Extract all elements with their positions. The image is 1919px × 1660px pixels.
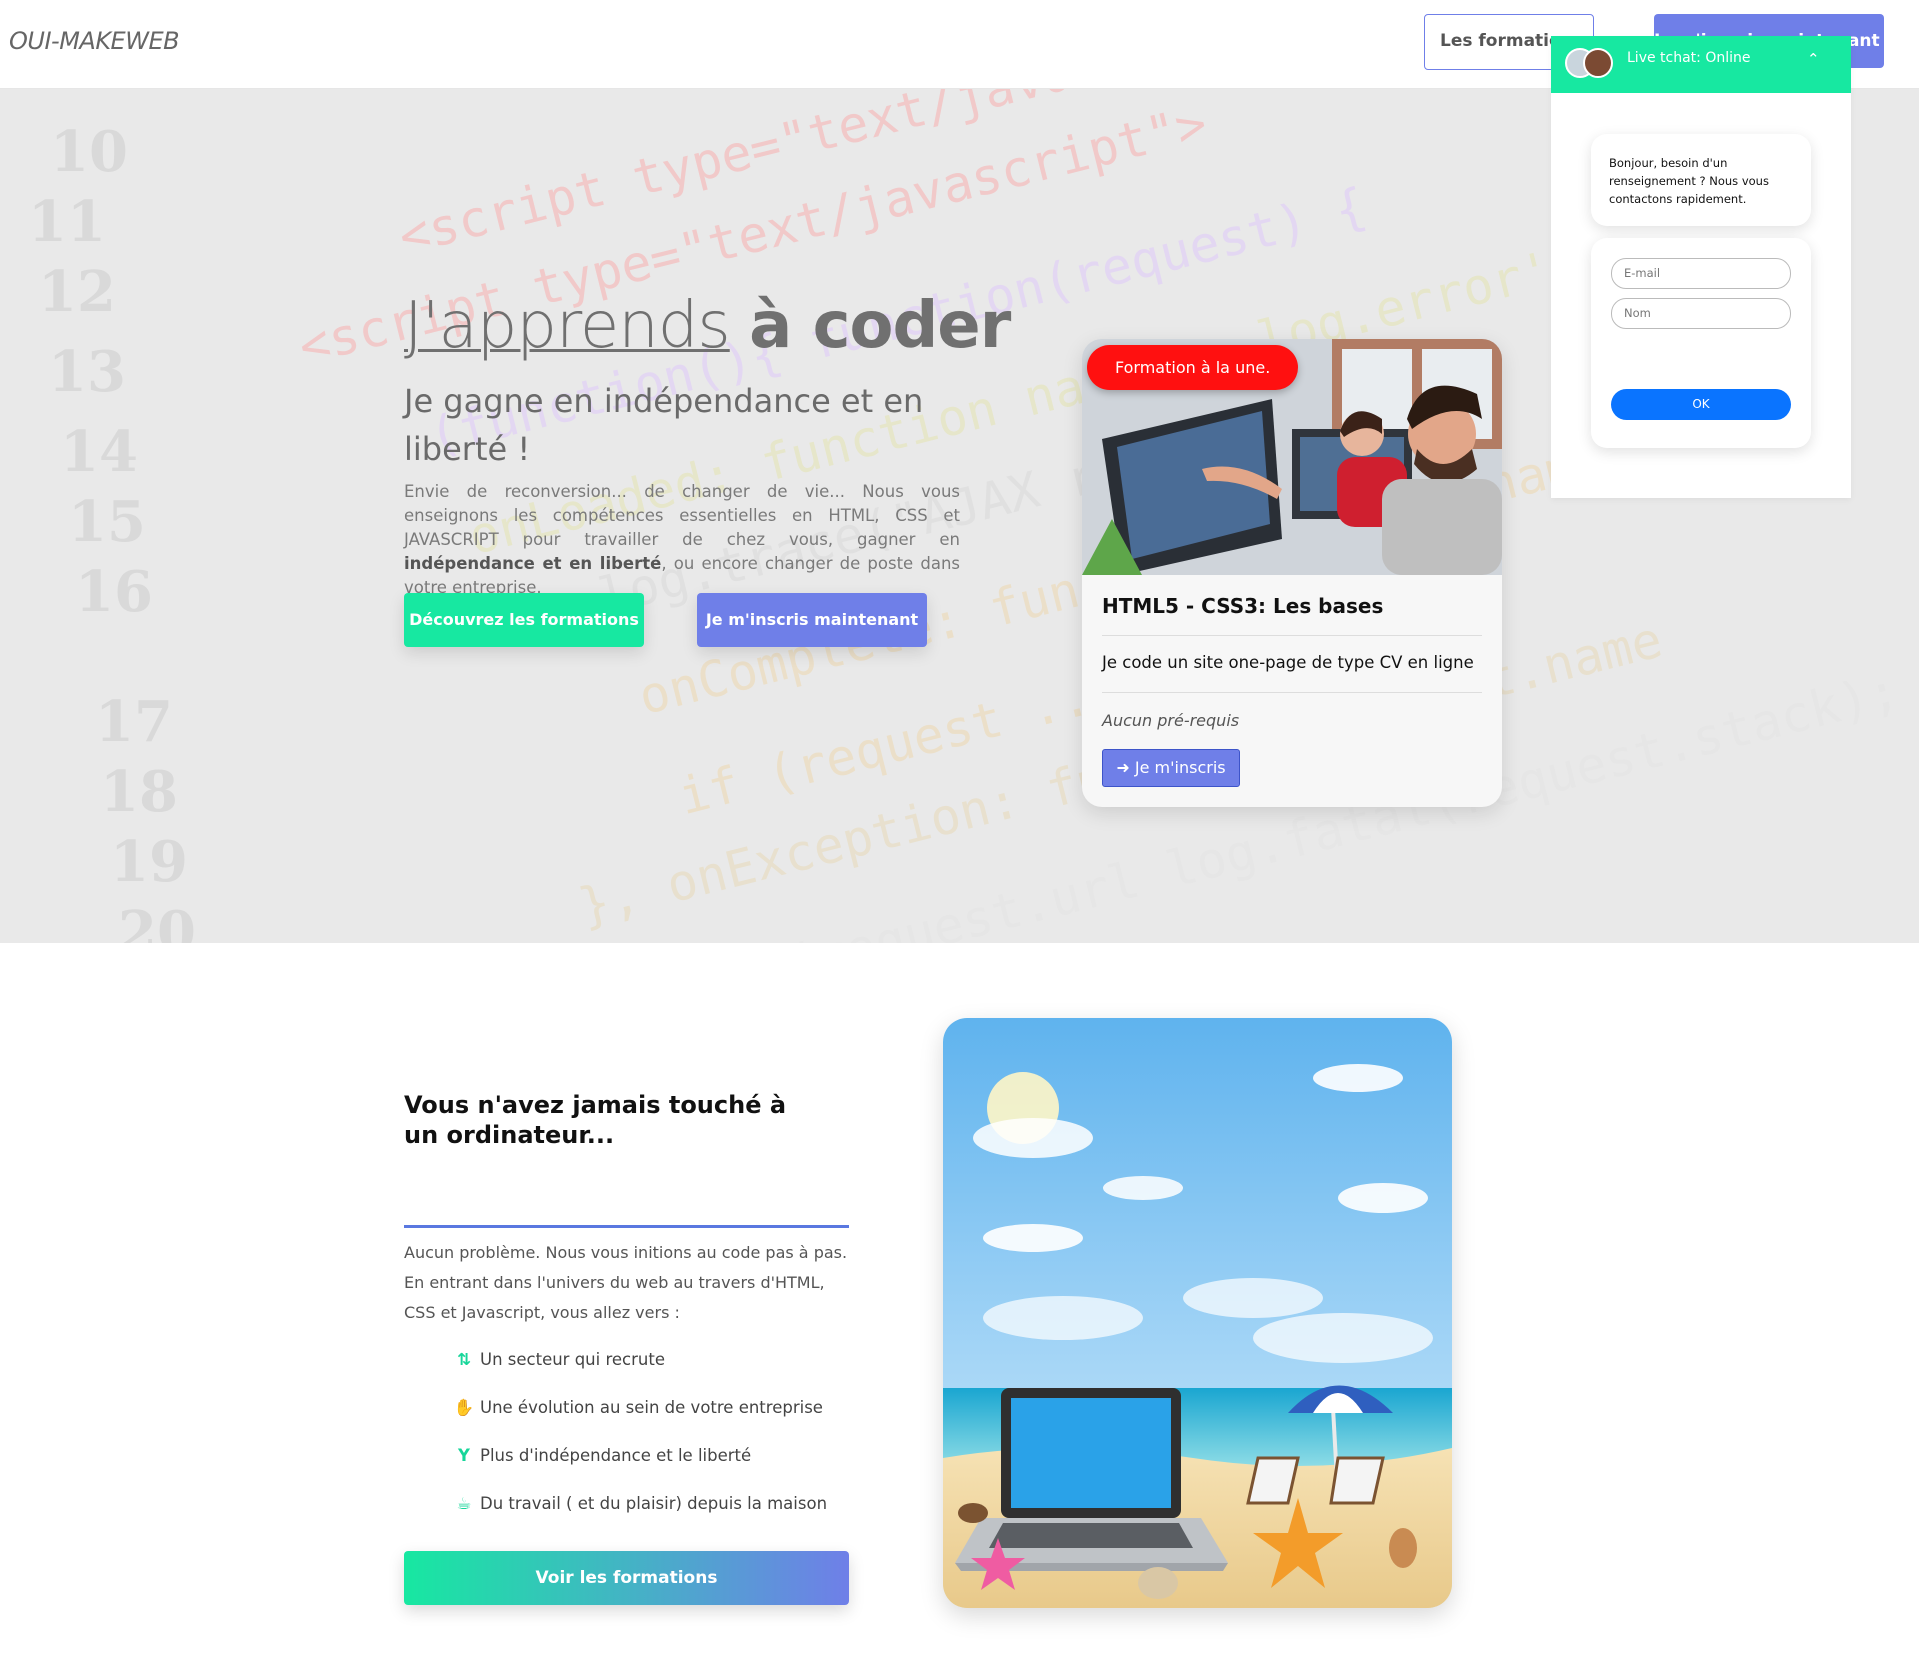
hero-description: Envie de reconversion... de changer de v…: [404, 482, 961, 597]
discover-formations-button[interactable]: Découvrez les formations: [404, 593, 644, 647]
email-field[interactable]: E-mail: [1611, 258, 1791, 289]
sort-amount-up-icon: ⇅: [457, 1350, 471, 1369]
chat-header[interactable]: Live tchat: Online ⌃: [1551, 36, 1851, 93]
section-title: Vous n'avez jamais touché à un ordinateu…: [404, 1091, 787, 1149]
sign-in-icon: ➜: [1116, 758, 1130, 777]
list-item: ⇅ Un secteur qui recrute: [452, 1350, 665, 1369]
course-signup-button[interactable]: ➜ Je m'inscris: [1102, 749, 1240, 787]
hero-title: J'apprends à coder: [404, 289, 1011, 363]
course-photo: Formation à la une.: [1082, 339, 1502, 575]
live-chat-widget: Live tchat: Online ⌃ Bonjour, besoin d'u…: [1551, 36, 1851, 498]
hero-title-bold: à coder: [749, 289, 1011, 363]
featured-badge: Formation à la une.: [1087, 345, 1299, 390]
chevron-up-icon[interactable]: ⌃: [1807, 50, 1820, 68]
course-signup-label: Je m'inscris: [1134, 758, 1226, 777]
divider: [1102, 692, 1482, 693]
list-item: ☕ Du travail ( et du plaisir) depuis la m…: [452, 1494, 827, 1513]
divider: [1102, 635, 1482, 636]
chat-contact-form: E-mail Nom OK: [1591, 238, 1811, 448]
course-prerequisite: Aucun pré-requis: [1102, 711, 1240, 730]
ok-button[interactable]: OK: [1611, 389, 1791, 420]
signup-now-button[interactable]: Je m'inscris maintenant: [697, 593, 927, 647]
course-title: HTML5 - CSS3: Les bases: [1102, 594, 1384, 618]
course-description: Je code un site one-page de type CV en l…: [1102, 653, 1474, 672]
section-divider: [404, 1225, 849, 1228]
coffee-icon: ☕: [456, 1494, 472, 1513]
featured-course-card: Formation à la une. HTML5 - CSS3: Les ba…: [1082, 339, 1502, 807]
section-text: Aucun problème. Nous vous initions au co…: [404, 1243, 848, 1322]
chat-message: Bonjour, besoin d'un renseignement ? Nou…: [1591, 134, 1811, 226]
list-item: Y Plus d'indépendance et le liberté: [452, 1446, 751, 1465]
name-field[interactable]: Nom: [1611, 298, 1791, 329]
hero-title-underlined: J'apprends: [404, 289, 731, 363]
view-formations-button[interactable]: Voir les formations: [404, 1551, 849, 1605]
avatar: [1583, 48, 1613, 78]
beach-laptop-illustration: [943, 1018, 1452, 1608]
hero-subtitle: Je gagne en indépendance et en liberté !: [404, 382, 924, 468]
list-item: ✋ Une évolution au sein de votre entrepri…: [453, 1398, 823, 1417]
agent-avatars: [1565, 48, 1615, 80]
brand-logo[interactable]: OUI-MAKEWEB: [9, 27, 180, 55]
cocktail-icon: Y: [458, 1446, 470, 1465]
handshake-icon: ✋: [453, 1398, 475, 1417]
chat-status: Live tchat: Online: [1627, 50, 1751, 66]
